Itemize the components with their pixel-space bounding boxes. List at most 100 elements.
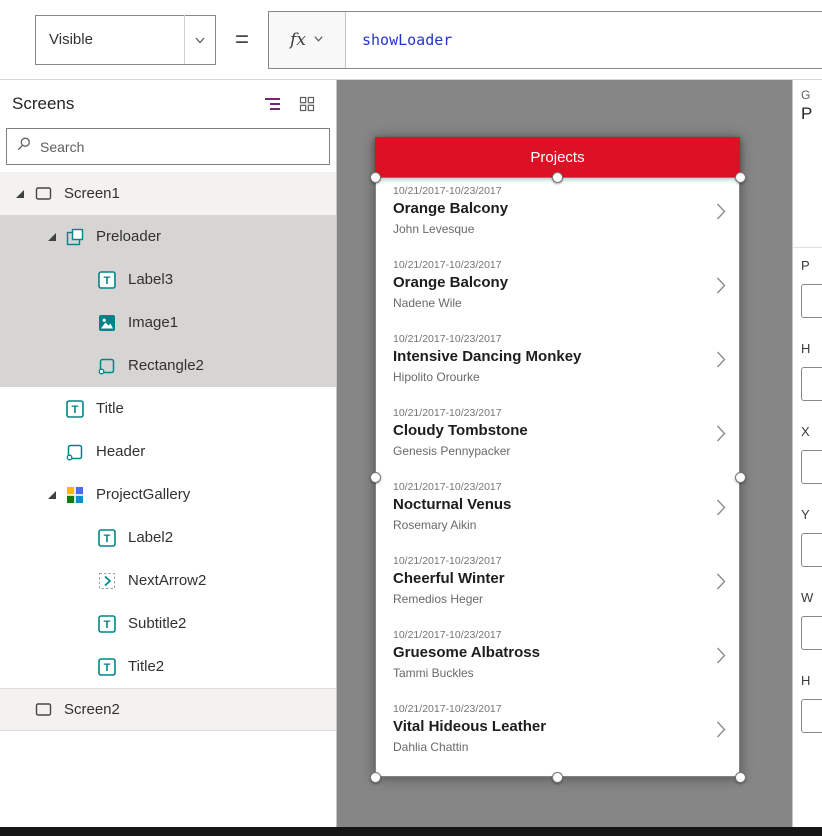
svg-text:T: T — [104, 619, 111, 631]
next-arrow-icon[interactable] — [716, 647, 726, 670]
text-label-icon: T — [96, 528, 118, 548]
tree-view-icon[interactable] — [256, 88, 290, 120]
formula-input-group: fx showLoader — [268, 11, 822, 69]
tree-item-label: Label2 — [128, 529, 173, 546]
gallery-item-dates: 10/21/2017-10/23/2017 — [393, 555, 700, 568]
gallery-item-subtitle: Tammi Buckles — [393, 666, 700, 681]
tree-item-image1[interactable]: Image1 — [0, 301, 336, 344]
formula-input[interactable]: showLoader — [346, 12, 822, 68]
properties-panel: G P PHXYWH — [792, 80, 822, 827]
tree-item-label3[interactable]: TLabel3 — [0, 258, 336, 301]
gallery-item[interactable]: 10/21/2017-10/23/2017Vital Hideous Leath… — [375, 695, 740, 769]
rectangle-icon — [96, 356, 118, 376]
next-arrow-icon — [96, 571, 118, 591]
gallery-item[interactable]: 10/21/2017-10/23/2017Intensive Dancing M… — [375, 325, 740, 399]
property-field-input[interactable] — [801, 284, 822, 318]
gallery-item-subtitle: Genesis Pennypacker — [393, 444, 700, 459]
tree-item-screen1[interactable]: Screen1 — [0, 172, 336, 215]
tree-item-label2[interactable]: T Label2 — [0, 516, 336, 559]
expander-icon[interactable] — [8, 189, 32, 199]
selection-handle[interactable] — [735, 472, 746, 483]
gallery-item[interactable]: 10/21/2017-10/23/2017Cheerful Winter Reme… — [375, 547, 740, 621]
tree-item-label: Subtitle2 — [128, 615, 186, 632]
tree-item-title2[interactable]: TTitle2 — [0, 645, 336, 688]
screens-panel-header: Screens — [0, 80, 336, 128]
next-arrow-icon[interactable] — [716, 277, 726, 300]
text-label-icon: T — [96, 270, 118, 290]
gallery-item[interactable]: 10/21/2017-10/23/2017Nocturnal VenusRose… — [375, 473, 740, 547]
gallery-item[interactable]: 10/21/2017-10/23/2017Gruesome AlbatrossT… — [375, 621, 740, 695]
property-field-input[interactable] — [801, 450, 822, 484]
expander-icon[interactable] — [40, 490, 64, 500]
properties-section-label: G — [801, 88, 810, 102]
next-arrow-icon[interactable] — [716, 573, 726, 596]
selection-handle[interactable] — [370, 472, 381, 483]
gallery-item-dates: 10/21/2017-10/23/2017 — [393, 703, 700, 716]
gallery-item[interactable]: 10/21/2017-10/23/2017Orange BalconyJohn … — [375, 177, 740, 251]
gallery-item-subtitle: Rosemary Aikin — [393, 518, 700, 533]
tree-item-title[interactable]: TTitle — [0, 387, 336, 430]
selection-handle[interactable] — [552, 772, 563, 783]
gallery-item-dates: 10/21/2017-10/23/2017 — [393, 259, 700, 272]
tree-item-label: NextArrow2 — [128, 572, 206, 589]
svg-text:T: T — [104, 533, 111, 545]
gallery-item-dates: 10/21/2017-10/23/2017 — [393, 407, 700, 420]
screen-icon — [32, 700, 54, 720]
property-field-label: H — [801, 341, 810, 356]
gallery-item-title: Intensive Dancing Monkey — [393, 347, 700, 367]
property-field-input[interactable] — [801, 367, 822, 401]
next-arrow-icon[interactable] — [716, 499, 726, 522]
gallery-item[interactable]: 10/21/2017-10/23/2017Cloudy TombstoneGen… — [375, 399, 740, 473]
gallery-item-subtitle: Nadene Wile — [393, 296, 700, 311]
powerapps-studio: Visible = fx showLoader Screens — [0, 0, 822, 836]
properties-panel-title: P — [801, 104, 812, 124]
selection-handle[interactable] — [552, 172, 563, 183]
formula-bar: Visible = fx showLoader — [0, 0, 822, 80]
selection-handle[interactable] — [735, 772, 746, 783]
canvas[interactable]: Projects 10/21/2017-10/23/2017Orange Bal… — [337, 80, 792, 827]
gallery-item-dates: 10/21/2017-10/23/2017 — [393, 333, 700, 346]
selection-handle[interactable] — [370, 172, 381, 183]
gallery-item-dates: 10/21/2017-10/23/2017 — [393, 481, 700, 494]
project-gallery[interactable]: 10/21/2017-10/23/2017Orange BalconyJohn … — [375, 177, 740, 777]
equals-sign: = — [216, 26, 268, 54]
gallery-item-title: Gruesome Albatross — [393, 643, 700, 663]
tree-item-preloader[interactable]: Preloader — [0, 215, 336, 258]
main-area: Screens Screen1PreloaderTLabel3Image1 Rec… — [0, 80, 822, 827]
property-selector-value: Visible — [36, 31, 184, 48]
next-arrow-icon[interactable] — [716, 203, 726, 226]
tree-item-subtitle2[interactable]: T Subtitle2 — [0, 602, 336, 645]
tree-item-rectangle2[interactable]: Rectangle2 — [0, 344, 336, 387]
text-label-icon: T — [96, 657, 118, 677]
property-field-label: X — [801, 424, 810, 439]
property-field-input[interactable] — [801, 616, 822, 650]
property-selector-dropdown[interactable]: Visible — [35, 15, 216, 65]
formula-text: showLoader — [362, 31, 452, 49]
search-input[interactable] — [40, 139, 320, 155]
search-box[interactable] — [6, 128, 330, 165]
grid-view-icon[interactable] — [290, 88, 324, 120]
search-icon — [16, 136, 32, 157]
property-field-label: P — [801, 258, 810, 273]
next-arrow-icon[interactable] — [716, 425, 726, 448]
tree-item-projectgallery[interactable]: ProjectGallery — [0, 473, 336, 516]
text-label-icon: T — [96, 614, 118, 634]
gallery-item-title: Cheerful Winter — [393, 569, 700, 589]
next-arrow-icon[interactable] — [716, 351, 726, 374]
property-field-label: W — [801, 590, 813, 605]
property-field-label: Y — [801, 507, 810, 522]
property-field-input[interactable] — [801, 533, 822, 567]
property-field-input[interactable] — [801, 699, 822, 733]
gallery-item-subtitle: Remedios Heger — [393, 592, 700, 607]
tree-item-nextarrow2[interactable]: NextArrow2 — [0, 559, 336, 602]
selection-handle[interactable] — [735, 172, 746, 183]
tree-item-header[interactable]: Header — [0, 430, 336, 473]
tree-item-label: Rectangle2 — [128, 357, 204, 374]
fx-button[interactable]: fx — [269, 12, 346, 68]
rectangle-icon — [64, 442, 86, 462]
selection-handle[interactable] — [370, 772, 381, 783]
gallery-item[interactable]: 10/21/2017-10/23/2017Orange BalconyNaden… — [375, 251, 740, 325]
expander-icon[interactable] — [40, 232, 64, 242]
tree-item-screen2[interactable]: Screen2 — [0, 688, 336, 731]
next-arrow-icon[interactable] — [716, 721, 726, 744]
